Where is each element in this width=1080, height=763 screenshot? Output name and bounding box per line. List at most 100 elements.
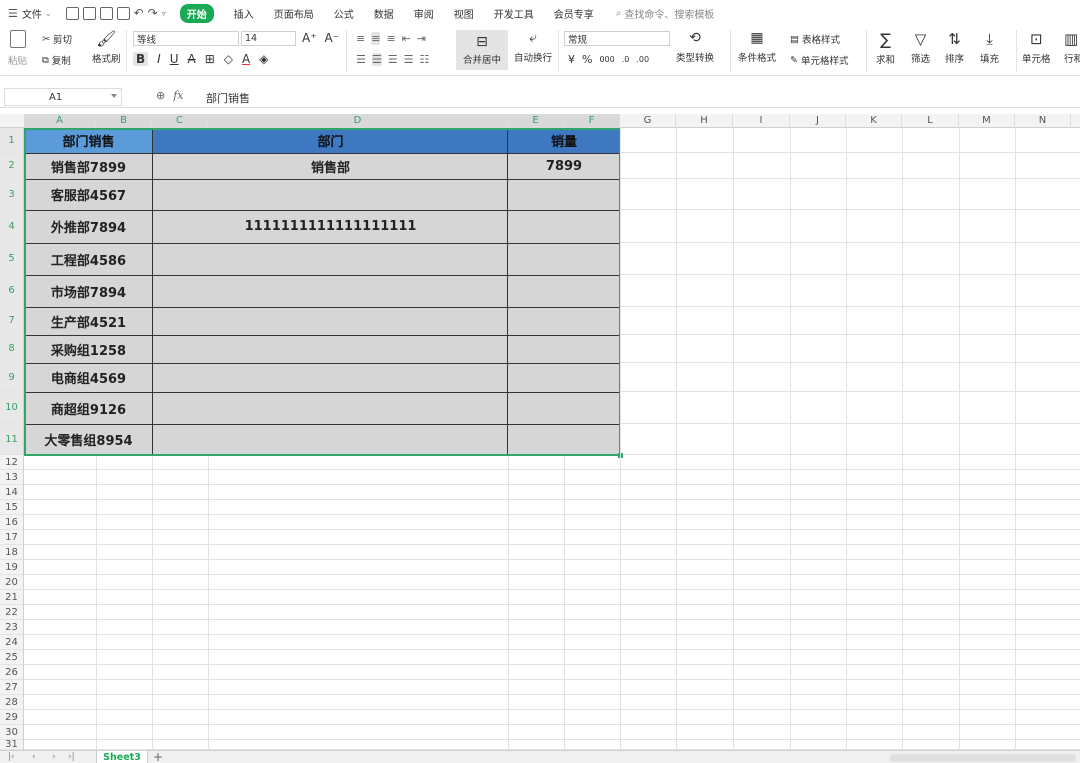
row-header-30[interactable]: 30 [0,725,23,740]
increase-font-icon[interactable]: A⁺ [302,31,317,45]
export-icon[interactable] [82,6,96,20]
fill-color-icon[interactable]: ◇ [224,52,233,66]
column-header-e[interactable]: E [508,114,564,128]
print-preview-icon[interactable] [116,6,130,20]
bold-icon[interactable]: B [133,52,149,66]
tab-sheet3[interactable]: Sheet3 [96,751,148,763]
column-header-g[interactable]: G [620,114,676,128]
row-header-2[interactable]: 2 [0,153,23,179]
row-header-10[interactable]: 10 [0,392,23,424]
column-header-m[interactable]: M [959,114,1015,128]
thousands-icon[interactable]: 000 [599,55,614,64]
row-col-button[interactable]: ▥ 行和 [1064,30,1080,65]
sum-button[interactable]: ∑ 求和 [876,30,895,66]
format-painter-button[interactable]: 🖌 格式刷 [92,30,121,66]
italic-icon[interactable]: I [157,52,161,66]
row-header-12[interactable]: 12 [0,455,23,470]
merge-center-button[interactable]: ⊟ 合并居中 [456,30,508,70]
prev-sheet-icon[interactable]: ‹ [32,752,36,762]
row-header-22[interactable]: 22 [0,605,23,620]
row-header-5[interactable]: 5 [0,243,23,275]
tab-developer[interactable]: 开发工具 [484,0,544,26]
row-header-25[interactable]: 25 [0,650,23,665]
column-header-i[interactable]: I [733,114,790,128]
row-header-1[interactable]: 1 [0,128,23,153]
align-top-icon[interactable]: ≡ [356,32,365,45]
increase-decimal-icon[interactable]: .0 [622,55,630,64]
font-size-select[interactable]: 14 [241,31,296,46]
row-header-7[interactable]: 7 [0,307,23,335]
more-icon[interactable]: ▿ [162,9,166,18]
row-header-24[interactable]: 24 [0,635,23,650]
font-color-icon[interactable]: A [242,52,250,66]
column-header-k[interactable]: K [846,114,902,128]
currency-icon[interactable]: ¥ [568,53,575,66]
fx-icon[interactable]: fx [173,89,183,102]
row-header-15[interactable]: 15 [0,500,23,515]
horizontal-scrollbar[interactable] [890,754,1076,762]
table-style-button[interactable]: ▤ 表格样式 [790,32,840,47]
column-header-h[interactable]: H [676,114,733,128]
print-icon[interactable] [99,6,113,20]
zoom-icon[interactable]: ⊕ [156,89,165,102]
distribute-icon[interactable]: ☷ [420,53,430,66]
border-icon[interactable]: ⊞ [205,52,215,66]
column-header-a[interactable]: A [24,114,96,128]
clear-format-icon[interactable]: ◈ [259,52,268,66]
row-header-14[interactable]: 14 [0,485,23,500]
sort-button[interactable]: ⇅ 排序 [945,30,964,65]
align-bottom-icon[interactable]: ≡ [386,32,395,45]
column-header-d[interactable]: D [208,114,508,128]
cut-button[interactable]: ✂ 剪切 [42,32,72,47]
cell-style-button[interactable]: ✎ 单元格样式 [790,53,848,68]
align-left-icon[interactable]: ☰ [356,53,366,66]
percent-icon[interactable]: % [582,53,592,66]
column-header-l[interactable]: L [902,114,959,128]
tab-insert[interactable]: 插入 [224,0,264,26]
tab-view[interactable]: 视图 [444,0,484,26]
wrap-text-button[interactable]: ⤶ 自动换行 [514,30,552,64]
conditional-format-button[interactable]: ▦ 条件格式 [738,30,776,64]
name-box[interactable]: A1 [4,88,122,106]
row-header-11[interactable]: 11 [0,424,23,455]
tab-page-layout[interactable]: 页面布局 [264,0,324,26]
first-sheet-icon[interactable]: |‹ [8,752,15,762]
column-header-b[interactable]: B [96,114,152,128]
cell-grid[interactable]: 部门销售 部门 销量 销售部7899 客服部4567 外推部7894 工程部45… [24,128,1080,750]
column-header-n[interactable]: N [1015,114,1071,128]
type-convert-button[interactable]: ⟲ 类型转换 [676,30,714,64]
row-header-17[interactable]: 17 [0,530,23,545]
command-search[interactable]: ⌕ 查找命令、搜索模板 [604,6,715,21]
row-header-19[interactable]: 19 [0,560,23,575]
copy-button[interactable]: ⧉ 复制 [42,53,71,68]
row-header-9[interactable]: 9 [0,363,23,392]
next-sheet-icon[interactable]: › [52,752,56,762]
align-middle-icon[interactable]: ≡ [371,32,381,45]
file-menu[interactable]: ☰ 文件 ⌄ [0,0,62,26]
tab-data[interactable]: 数据 [364,0,404,26]
last-sheet-icon[interactable]: ›| [68,752,75,762]
formula-input[interactable]: 部门销售 [206,90,250,106]
row-header-21[interactable]: 21 [0,590,23,605]
row-header-13[interactable]: 13 [0,470,23,485]
number-format-select[interactable]: 常规 [564,31,670,46]
row-header-29[interactable]: 29 [0,710,23,725]
row-header-4[interactable]: 4 [0,210,23,243]
row-header-31[interactable]: 31 [0,740,23,750]
column-header-c[interactable]: C [152,114,208,128]
underline-icon[interactable]: U [170,52,179,66]
strikethrough-icon[interactable]: A [188,52,196,66]
indent-decrease-icon[interactable]: ⇤ [402,32,411,45]
redo-icon[interactable]: ↷ [148,6,158,20]
tab-member[interactable]: 会员专享 [544,0,604,26]
filter-button[interactable]: ▽ 筛选 [911,30,930,65]
justify-icon[interactable]: ☰ [404,53,414,66]
align-center-icon[interactable]: ☰ [371,53,382,66]
row-header-8[interactable]: 8 [0,335,23,363]
row-header-3[interactable]: 3 [0,179,23,210]
fill-button[interactable]: ⤓ 填充 [980,30,999,65]
paste-button[interactable]: 粘贴 [8,30,27,67]
row-header-6[interactable]: 6 [0,275,23,307]
column-header-j[interactable]: J [790,114,846,128]
add-sheet-icon[interactable]: + [153,750,163,763]
